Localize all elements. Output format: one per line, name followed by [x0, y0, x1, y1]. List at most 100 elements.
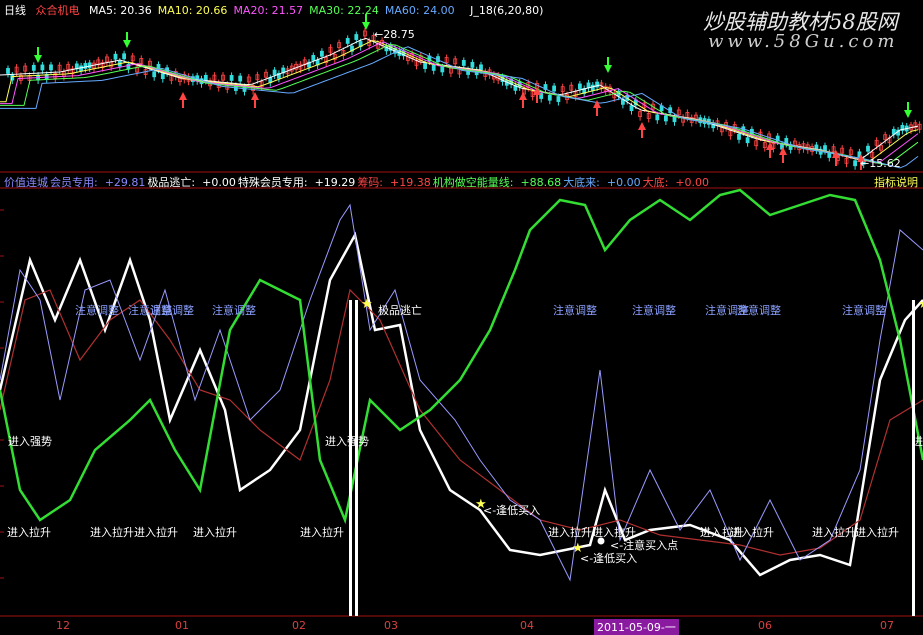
- indicator-header-item: +0.00: [202, 176, 236, 189]
- candle-body: [319, 50, 324, 57]
- indicator-header-item: 特殊会员专用:: [237, 176, 308, 189]
- indicator-header-item: +0.00: [606, 176, 641, 189]
- candle-body: [461, 60, 466, 66]
- indicator-header-item: 会员专用:: [50, 176, 98, 189]
- indicator-header-item: 极品逃亡:: [147, 176, 196, 189]
- indicator-header-item: +88.68: [520, 176, 562, 189]
- candle-body: [203, 74, 208, 81]
- indicator-header-item: +19.29: [314, 176, 356, 189]
- bottom-panel-header: 价值连城 会员专用: +29.81 极品逃亡: +0.00 特殊会员专用: +19.29 筹码…: [4, 176, 711, 190]
- candle-body: [664, 115, 668, 122]
- indicator-header-item: +0.00: [675, 176, 710, 189]
- candle-body: [547, 94, 552, 101]
- candle-body: [470, 61, 475, 68]
- annotation-enter-pull: 进入拉升: [7, 526, 51, 539]
- low-price-label: ←15.62: [860, 157, 901, 170]
- indicator-header-item: +29.81: [104, 176, 146, 189]
- ma-item: MA5: 20.36: [89, 4, 152, 17]
- ma-item: MA30: 22.24: [309, 4, 379, 17]
- annotation-enter-pull: 进入拉升: [548, 526, 592, 539]
- candle-body: [49, 64, 53, 71]
- annotation-top: 极品逃亡: [378, 304, 422, 317]
- stock-name: 众合机电: [35, 4, 80, 17]
- up-arrow-icon: [638, 122, 646, 130]
- candle-body: [83, 63, 88, 69]
- indicator-bar: [355, 300, 358, 616]
- down-arrow-icon: [34, 55, 42, 63]
- high-price-label: ←28.75: [374, 28, 415, 41]
- candle-body: [152, 71, 157, 78]
- candle-body: [853, 160, 857, 167]
- annotation-attention-adjust: 注意调整: [150, 304, 194, 317]
- up-arrow-icon: [179, 92, 187, 100]
- candle-body: [311, 55, 316, 61]
- ma-item: MA10: 20.66: [157, 4, 228, 17]
- ma-values: MA5: 20.36 MA10: 20.66 MA20: 21.57 MA30: 22…: [89, 4, 461, 17]
- annotation-attention-adjust: 注意调整: [842, 304, 886, 317]
- annotation-enter-strong: 进入强势: [325, 435, 369, 448]
- candle-body: [6, 68, 10, 74]
- annotation-enter-pull: 进入拉升: [730, 526, 774, 539]
- x-axis-label: 04: [520, 619, 534, 632]
- indicator-header-item: 大底:: [642, 176, 669, 189]
- indicator-bars: ★★★★: [349, 297, 923, 616]
- annotation-enter-strong: 进入强势: [912, 435, 923, 448]
- candle-body: [160, 73, 165, 80]
- indicator-header-item: 价值连城: [4, 176, 48, 189]
- annotation-enter-pull: 进入拉升: [134, 526, 178, 539]
- x-axis-label: 12: [56, 619, 70, 632]
- x-axis-label: 06: [758, 619, 772, 632]
- candle-body: [556, 96, 561, 102]
- indicator-bar: [349, 300, 352, 616]
- candle-body: [113, 53, 118, 60]
- up-arrow-icon: [251, 92, 259, 100]
- period-label[interactable]: 日线: [4, 4, 26, 17]
- indicator-header-item: +19.38: [390, 176, 431, 189]
- indicator-header-item: 大底来:: [563, 176, 600, 189]
- candle-body: [440, 66, 445, 73]
- candle-body: [272, 69, 277, 76]
- cursor-date: 2011-05-09-一: [594, 619, 679, 635]
- annotation-buy-point: <-注意买入点: [610, 539, 679, 552]
- candle-body: [578, 83, 582, 90]
- annotation-buy-low: <-逢低买入: [483, 504, 541, 517]
- candle-body: [40, 64, 45, 71]
- candle-body: [629, 105, 634, 112]
- annotation-enter-pull: 进入拉升: [193, 526, 237, 539]
- indicator-help-button[interactable]: 指标说明: [874, 176, 918, 190]
- x-axis-label: 03: [384, 619, 398, 632]
- candle-body: [823, 145, 827, 152]
- candle-body: [590, 84, 595, 91]
- x-axis-label: 07: [880, 619, 894, 632]
- down-arrow-icon: [123, 40, 131, 48]
- candle-body: [866, 145, 870, 152]
- candle-body: [229, 75, 234, 81]
- candle-body: [31, 64, 36, 71]
- indicator-name: J_18(6,20,80): [470, 4, 544, 17]
- x-axis-label: 01: [175, 619, 189, 632]
- candle-body: [431, 64, 436, 71]
- candle-body: [672, 116, 677, 123]
- annotation-attention-adjust: 注意调整: [632, 304, 676, 317]
- annotation-enter-strong: 进入强势: [8, 435, 52, 448]
- candle-body: [238, 75, 243, 82]
- candle-body: [423, 63, 428, 69]
- indicator-bar: [912, 300, 915, 616]
- down-arrow-icon: [904, 110, 912, 118]
- candle-body: [655, 114, 660, 121]
- annotation-attention-adjust: 注意调整: [212, 304, 256, 317]
- candle-body: [552, 85, 556, 92]
- annotation-attention-adjust: 注意调整: [75, 304, 119, 317]
- watermark-url: www.58Gu.com: [708, 31, 899, 52]
- annotation-enter-pull: 进入拉升: [812, 526, 856, 539]
- indicator-lines: [0, 188, 923, 582]
- candle-body: [737, 133, 741, 140]
- ma-item: MA20: 21.57: [233, 4, 304, 17]
- candle-body: [354, 34, 359, 40]
- red-indicator-line: [0, 288, 923, 556]
- indicator-header-item: 筹码:: [357, 176, 384, 189]
- up-arrow-icon: [593, 100, 601, 108]
- candle-body: [479, 64, 483, 71]
- down-arrow-icon: [362, 22, 370, 30]
- annotation-attention-adjust: 注意调整: [737, 304, 781, 317]
